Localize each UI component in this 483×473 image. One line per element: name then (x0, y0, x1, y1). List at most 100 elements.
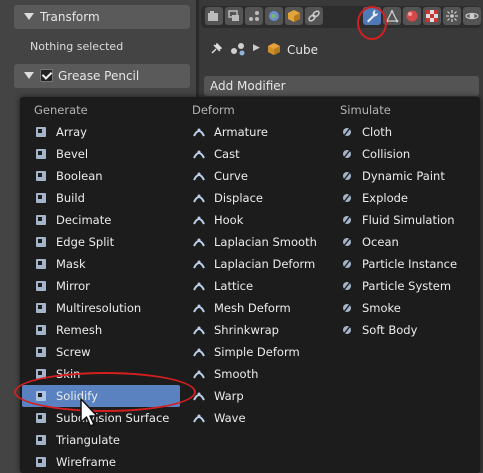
menu-item-label: Cast (214, 147, 240, 161)
menu-item-hook[interactable]: Hook (192, 209, 320, 231)
render-layers-icon[interactable] (225, 7, 243, 25)
menu-item-ocean[interactable]: Ocean (340, 231, 468, 253)
menu-item-mirror[interactable]: Mirror (34, 275, 174, 297)
annotation-ring-wrench (357, 6, 387, 40)
texture-checker-icon[interactable] (423, 7, 441, 25)
triangulate-modifier-icon (36, 435, 46, 445)
menu-item-particle-instance[interactable]: Particle Instance (340, 253, 468, 275)
menu-item-fluid-simulation[interactable]: Fluid Simulation (340, 209, 468, 231)
menu-item-label: Wireframe (56, 455, 116, 469)
menu-item-collision[interactable]: Collision (340, 143, 468, 165)
bevel-modifier-icon (36, 149, 46, 159)
particle-system-modifier-icon (342, 280, 352, 292)
dynamic-paint-modifier-icon (342, 170, 352, 182)
menu-item-simple-deform[interactable]: Simple Deform (192, 341, 320, 363)
menu-item-smoke[interactable]: Smoke (340, 297, 468, 319)
object-name: Cube (287, 43, 318, 57)
menu-item-explode[interactable]: Explode (340, 187, 468, 209)
menu-item-curve[interactable]: Curve (192, 165, 320, 187)
menu-item-boolean[interactable]: Boolean (34, 165, 174, 187)
world-icon[interactable] (265, 7, 283, 25)
menu-item-screw[interactable]: Screw (34, 341, 174, 363)
menu-item-label: Triangulate (56, 433, 121, 447)
menu-item-mask[interactable]: Mask (34, 253, 174, 275)
material-sphere-icon[interactable] (403, 7, 421, 25)
menu-item-label: Mask (56, 257, 86, 271)
cube-object-icon (268, 43, 280, 55)
menu-item-lattice[interactable]: Lattice (192, 275, 320, 297)
ocean-modifier-icon (342, 236, 352, 248)
smooth-modifier-icon (193, 370, 205, 379)
render-camera-icon[interactable] (205, 7, 223, 25)
menu-item-laplacian-deform[interactable]: Laplacian Deform (192, 253, 320, 275)
menu-item-smooth[interactable]: Smooth (192, 363, 320, 385)
menu-item-laplacian-smooth[interactable]: Laplacian Smooth (192, 231, 320, 253)
mask-modifier-icon (36, 259, 46, 269)
multiresolution-modifier-icon (36, 303, 46, 313)
particle-instance-modifier-icon (342, 258, 352, 270)
transform-panel-header[interactable]: Transform (14, 5, 190, 29)
menu-item-warp[interactable]: Warp (192, 385, 320, 407)
deform-header: Deform (192, 103, 235, 117)
menu-item-label: Screw (56, 345, 91, 359)
menu-item-shrinkwrap[interactable]: Shrinkwrap (192, 319, 320, 341)
menu-item-wireframe[interactable]: Wireframe (34, 451, 174, 473)
menu-item-label: Explode (362, 191, 408, 205)
menu-item-label: Particle System (362, 279, 452, 293)
context-breadcrumb: ▶ Cube (199, 38, 483, 62)
menu-item-label: Particle Instance (362, 257, 458, 271)
remesh-modifier-icon (36, 325, 46, 335)
menu-item-armature[interactable]: Armature (192, 121, 320, 143)
grease-pencil-panel-header[interactable]: Grease Pencil (14, 64, 190, 88)
menu-item-label: Boolean (56, 169, 103, 183)
object-data-icon (231, 43, 245, 56)
menu-item-label: Smooth (214, 367, 259, 381)
menu-item-label: Curve (214, 169, 248, 183)
menu-item-label: Lattice (214, 279, 254, 293)
menu-item-label: Remesh (56, 323, 103, 337)
menu-item-label: Mirror (56, 279, 90, 293)
menu-item-cast[interactable]: Cast (192, 143, 320, 165)
menu-item-multiresolution[interactable]: Multiresolution (34, 297, 174, 319)
menu-item-build[interactable]: Build (34, 187, 174, 209)
menu-item-remesh[interactable]: Remesh (34, 319, 174, 341)
menu-item-label: Laplacian Deform (214, 257, 316, 271)
menu-item-label: Hook (214, 213, 244, 227)
grease-pencil-checkbox[interactable] (40, 69, 53, 82)
wireframe-modifier-icon (36, 457, 46, 467)
scene-icon[interactable] (245, 7, 263, 25)
lattice-modifier-icon (193, 282, 205, 291)
menu-item-label: Mesh Deform (214, 301, 291, 315)
menu-item-dynamic-paint[interactable]: Dynamic Paint (340, 165, 468, 187)
mouse-pointer-icon (80, 398, 98, 427)
add-modifier-dropdown[interactable]: Add Modifier (204, 76, 479, 96)
menu-item-triangulate[interactable]: Triangulate (34, 429, 174, 451)
build-modifier-icon (36, 193, 46, 203)
simulate-header: Simulate (340, 103, 391, 117)
cloth-modifier-icon (342, 126, 352, 138)
menu-item-displace[interactable]: Displace (192, 187, 320, 209)
menu-item-mesh-deform[interactable]: Mesh Deform (192, 297, 320, 319)
menu-item-label: Array (56, 125, 87, 139)
menu-item-label: Bevel (56, 147, 89, 161)
physics-orbit-icon[interactable] (463, 7, 481, 25)
menu-item-particle-system[interactable]: Particle System (340, 275, 468, 297)
collision-modifier-icon (342, 148, 352, 160)
menu-item-bevel[interactable]: Bevel (34, 143, 174, 165)
menu-item-soft-body[interactable]: Soft Body (340, 319, 468, 341)
edge-split-modifier-icon (36, 237, 46, 247)
object-cube-icon[interactable] (285, 7, 303, 25)
menu-item-label: Collision (362, 147, 411, 161)
menu-item-label: Laplacian Smooth (214, 235, 317, 249)
subdivision-surface-modifier-icon (36, 413, 46, 423)
particles-icon[interactable] (443, 7, 461, 25)
menu-item-decimate[interactable]: Decimate (34, 209, 174, 231)
menu-item-edge-split[interactable]: Edge Split (34, 231, 174, 253)
properties-tab-bar (199, 3, 483, 33)
constraints-chain-icon[interactable] (305, 7, 323, 25)
menu-item-label: Simple Deform (214, 345, 300, 359)
menu-item-cloth[interactable]: Cloth (340, 121, 468, 143)
menu-item-array[interactable]: Array (34, 121, 174, 143)
menu-item-wave[interactable]: Wave (192, 407, 320, 429)
pin-icon[interactable] (209, 42, 223, 56)
